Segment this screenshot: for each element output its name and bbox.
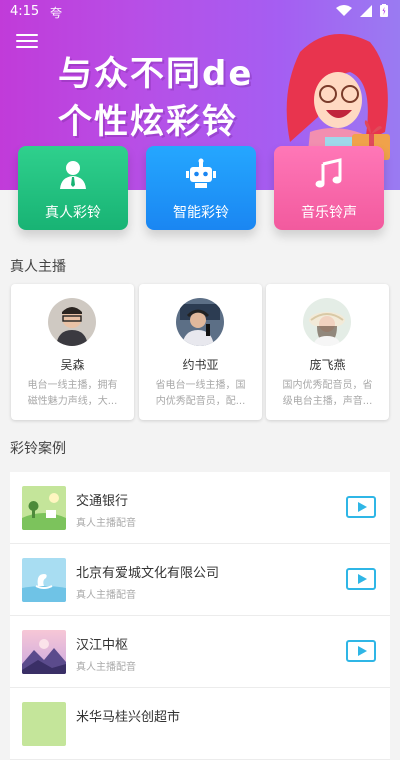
feature-label: 智能彩铃 xyxy=(173,205,229,221)
play-button[interactable] xyxy=(346,568,376,590)
host-desc-line: 内优秀配音员，配... xyxy=(155,396,246,407)
wifi-icon xyxy=(336,4,352,16)
avatar xyxy=(48,298,96,346)
host-desc-line: 级电台主播，声音... xyxy=(282,396,373,407)
case-title: 交通银行 xyxy=(76,494,129,509)
battery-icon xyxy=(380,4,388,17)
host-name: 庞飞燕 xyxy=(309,358,346,372)
feature-music-ringtone[interactable]: 音乐铃声 xyxy=(274,146,384,230)
host-card[interactable]: 吴森 电台一线主播，拥有 磁性魅力声线，大... xyxy=(11,284,134,420)
case-thumbnail xyxy=(22,558,66,602)
case-title: 北京有爱城文化有限公司 xyxy=(76,566,220,581)
host-desc: 国内优秀配音员，省 级电台主播，声音... xyxy=(278,378,377,410)
status-icons xyxy=(336,4,388,17)
play-icon xyxy=(358,574,367,584)
host-desc-line: 磁性魅力声线，大... xyxy=(27,396,118,407)
case-thumbnail xyxy=(22,702,66,746)
signal-icon xyxy=(360,4,372,17)
list-item[interactable]: 交通银行 真人主播配音 xyxy=(10,472,390,544)
case-subtitle: 真人主播配音 xyxy=(76,518,136,529)
ringtone-case-list: 交通银行 真人主播配音 北京有爱城文化有限公司 真人主播配音 汉江中枢 真人主播… xyxy=(10,472,390,760)
avatar xyxy=(303,298,351,346)
play-button[interactable] xyxy=(346,496,376,518)
avatar xyxy=(176,298,224,346)
host-desc-line: 电台一线主播，拥有 xyxy=(27,380,118,391)
feature-label: 真人彩铃 xyxy=(45,205,101,221)
status-bar: 4:15 夸 xyxy=(0,0,400,24)
section-title-cases: 彩铃案例 xyxy=(10,441,66,457)
case-title: 米华马桂兴创超市 xyxy=(76,710,181,725)
host-card[interactable]: 约书亚 省电台一线主播，国 内优秀配音员，配... xyxy=(139,284,262,420)
case-thumbnail xyxy=(22,630,66,674)
feature-real-person-ringtone[interactable]: 真人彩铃 xyxy=(18,146,128,230)
play-icon xyxy=(358,502,367,512)
host-name: 约书亚 xyxy=(182,358,219,372)
list-item[interactable]: 汉江中枢 真人主播配音 xyxy=(10,616,390,688)
list-item[interactable]: 米华马桂兴创超市 xyxy=(10,688,390,760)
banner-slogan-line1: 与众不同de xyxy=(58,54,254,94)
host-name: 吴森 xyxy=(60,358,85,372)
play-icon xyxy=(358,646,367,656)
feature-smart-ringtone[interactable]: 智能彩铃 xyxy=(146,146,256,230)
person-icon xyxy=(60,161,86,189)
banner-slogan-line2: 个性炫彩铃 xyxy=(58,102,238,142)
case-thumbnail xyxy=(22,486,66,530)
case-title: 汉江中枢 xyxy=(76,638,129,653)
robot-icon xyxy=(186,158,216,188)
play-button[interactable] xyxy=(346,640,376,662)
case-subtitle: 真人主播配音 xyxy=(76,662,136,673)
status-time: 4:15 xyxy=(10,4,40,19)
host-desc-line: 国内优秀配音员，省 xyxy=(282,380,373,391)
host-card[interactable]: 庞飞燕 国内优秀配音员，省 级电台主播，声音... xyxy=(266,284,389,420)
music-note-icon xyxy=(315,158,342,188)
list-item[interactable]: 北京有爱城文化有限公司 真人主播配音 xyxy=(10,544,390,616)
host-desc: 电台一线主播，拥有 磁性魅力声线，大... xyxy=(23,378,122,410)
host-desc: 省电台一线主播，国 内优秀配音员，配... xyxy=(151,378,250,410)
host-desc-line: 省电台一线主播，国 xyxy=(155,380,246,391)
case-subtitle: 真人主播配音 xyxy=(76,590,136,601)
feature-label: 音乐铃声 xyxy=(301,205,357,221)
notification-icon: 夸 xyxy=(50,6,63,20)
menu-icon[interactable] xyxy=(16,34,38,50)
section-title-hosts: 真人主播 xyxy=(10,259,66,275)
